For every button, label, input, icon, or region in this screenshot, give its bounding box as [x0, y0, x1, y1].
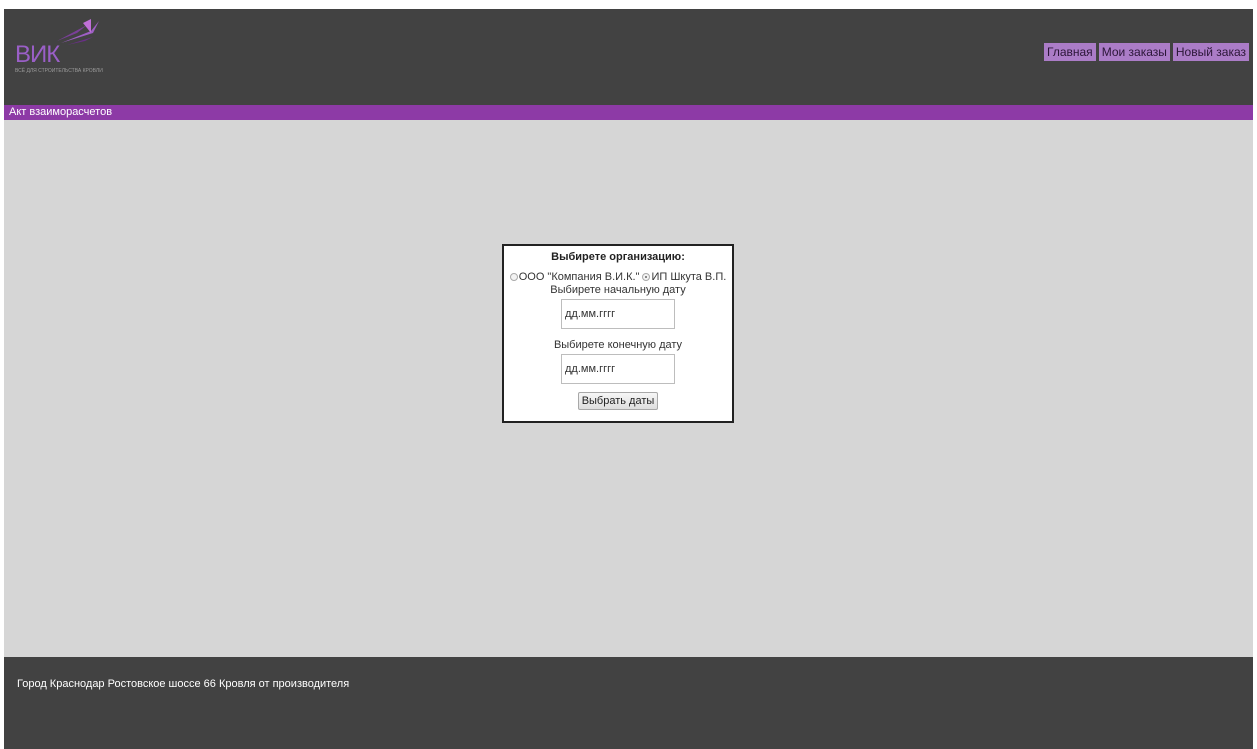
organization-radio-group: ООО "Компания В.И.К." ИП Шкута В.П. [504, 271, 732, 283]
logo-text: ВИК [15, 41, 60, 68]
nav-my-orders-button[interactable]: Мои заказы [1098, 43, 1170, 61]
settlement-form: Выбирете организацию: ООО "Компания В.И.… [502, 244, 734, 423]
site-footer: Город Краснодар Ростовское шоссе 66 Кров… [4, 657, 1253, 749]
site-header: ВИК ВСЁ ДЛЯ СТРОИТЕЛЬСТВА КРОВЛИ Главная… [4, 9, 1253, 105]
logo-tagline: ВСЁ ДЛЯ СТРОИТЕЛЬСТВА КРОВЛИ [15, 68, 103, 74]
org-label-vik[interactable]: ООО "Компания В.И.К." [519, 271, 640, 283]
page-title: Акт взаиморасчетов [4, 105, 1253, 120]
footer-address: Город Краснодар Ростовское шоссе 66 Кров… [17, 678, 350, 690]
end-date-label: Выбирете конечную дату [553, 339, 683, 351]
main-content: Выбирете организацию: ООО "Компания В.И.… [4, 120, 1253, 657]
end-date-input[interactable]: дд.мм.гггг [561, 354, 675, 384]
main-nav: Главная Мои заказы Новый заказ [1044, 43, 1249, 61]
nav-home-button[interactable]: Главная [1044, 43, 1096, 61]
org-label-shkuta[interactable]: ИП Шкута В.П. [651, 271, 726, 283]
page: ВИК ВСЁ ДЛЯ СТРОИТЕЛЬСТВА КРОВЛИ Главная… [4, 9, 1253, 749]
org-radio-shkuta[interactable] [642, 273, 651, 281]
nav-new-order-button[interactable]: Новый заказ [1172, 43, 1249, 61]
select-dates-button[interactable]: Выбрать даты [577, 392, 659, 410]
org-radio-vik[interactable] [509, 273, 518, 281]
start-date-input[interactable]: дд.мм.гггг [561, 299, 675, 329]
form-heading: Выбирете организацию: [551, 251, 685, 263]
start-date-label: Выбирете начальную дату [550, 284, 686, 296]
company-logo[interactable]: ВИК ВСЁ ДЛЯ СТРОИТЕЛЬСТВА КРОВЛИ [11, 19, 121, 74]
